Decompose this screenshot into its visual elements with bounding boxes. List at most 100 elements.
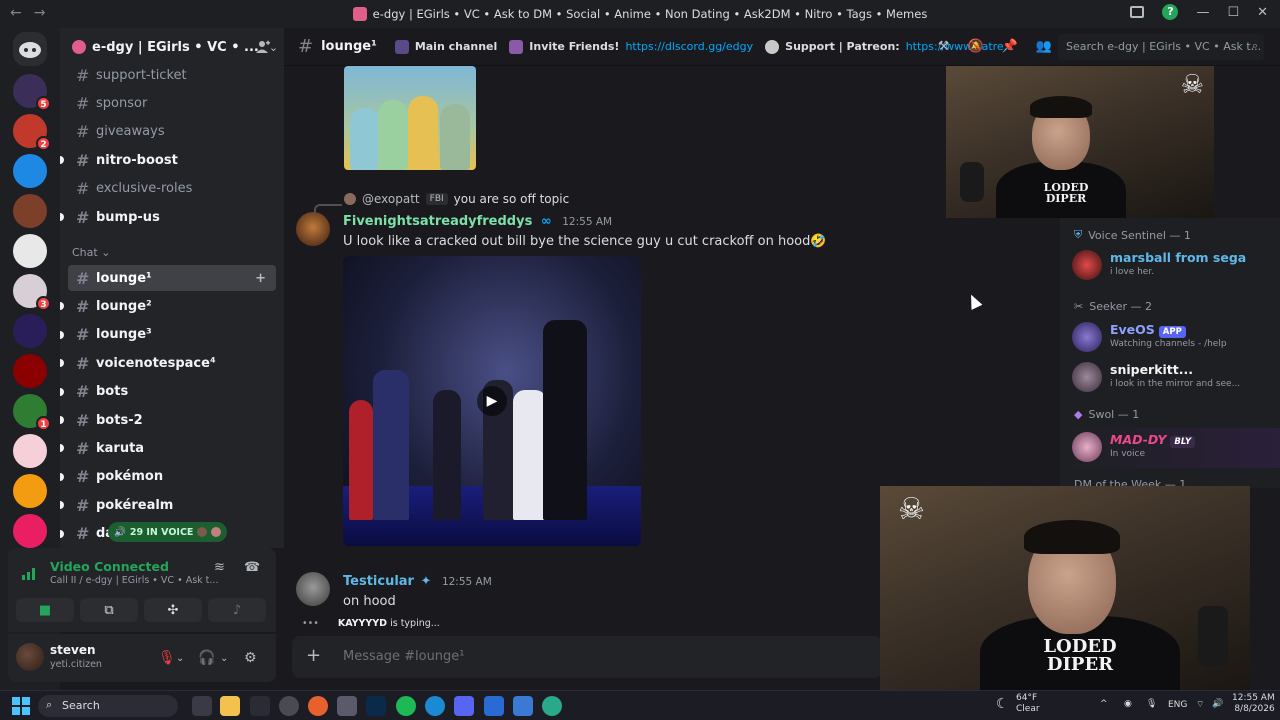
video-attachment[interactable]: ▶ [343,256,641,546]
member-list-icon[interactable]: 👥 [1036,39,1052,54]
channel-item[interactable]: # giveaways [68,119,276,145]
channel-item[interactable]: # support-ticket [68,62,276,88]
mic-icon[interactable]: 🎙 [1146,699,1157,709]
camera-button[interactable]: ■ [16,598,74,622]
server-icon[interactable] [13,194,47,228]
channel-item[interactable]: # karuta [60,435,276,461]
username[interactable]: steven [50,643,96,657]
notification-mute-icon[interactable]: 🔕 [967,39,983,54]
play-icon[interactable]: ▶ [477,386,507,416]
gif-attachment[interactable] [344,66,476,170]
chevron-down-icon[interactable]: ⌄ [220,653,228,664]
windows-start-icon[interactable] [12,697,30,715]
maximize-icon[interactable]: ☐ [1227,5,1239,20]
member-item[interactable]: marsball from sega i love her. [1060,246,1280,286]
file-explorer-icon[interactable] [220,696,240,716]
channel-item[interactable]: # pokémon [60,464,276,490]
voice-count-pill[interactable]: 🔊 29 IN VOICE [108,522,228,542]
taskbar-search[interactable]: ⌕ Search [38,695,178,717]
channel-item[interactable]: # lounge³ [60,322,276,348]
server-icon[interactable] [13,354,47,388]
message-composer[interactable]: + Message #lounge¹ [292,636,882,678]
avatar[interactable] [296,212,330,246]
message-author[interactable]: Fivenightsatreadyfreddys ∞ 12:55 AM [343,214,612,229]
signal-icon[interactable] [22,566,38,580]
channel-item[interactable]: # bump-us [60,204,276,230]
member-item[interactable]: EveOS APP Watching channels - /help [1060,318,1280,358]
channel-item[interactable]: # bots-2 [60,407,276,433]
server-icon[interactable] [13,234,47,268]
notepad-icon[interactable] [513,696,533,716]
channel-item[interactable]: # pokérealm [60,492,276,518]
tray-chevron-icon[interactable]: ^ [1100,699,1108,709]
invite-icon[interactable]: + [255,271,266,286]
server-icon[interactable]: 3 [13,274,51,311]
reply-preview[interactable]: @exopatt FBI you are so off topic [344,192,569,206]
minimize-icon[interactable]: — [1196,5,1209,20]
mute-mic-icon[interactable]: 🎙 [158,650,176,666]
photoshop-icon[interactable] [366,696,386,716]
deafen-icon[interactable]: 🎧 [198,650,215,666]
spotify-icon[interactable] [396,696,416,716]
edge-icon[interactable] [425,696,445,716]
settings-icon[interactable] [337,696,357,716]
invite-people-icon[interactable] [256,40,270,54]
server-header[interactable]: e-dgy | EGirls • VC • ... ⌄ [60,28,284,66]
channel-item[interactable]: # sponsor [68,90,276,116]
channel-item[interactable]: # lounge¹ + [68,265,276,291]
chevron-down-icon[interactable]: ⌄ [176,653,184,664]
screen-share-button[interactable]: ⧉ [80,598,138,622]
member-item[interactable]: sniperkitt... i look in the mirror and s… [1060,358,1280,398]
audio-app-icon[interactable] [250,696,270,716]
search-input[interactable]: Search e-dgy | EGirls • VC • Ask t... ⌕ [1058,34,1264,60]
task-view-icon[interactable] [192,696,212,716]
close-icon[interactable]: ✕ [1257,5,1268,20]
forward-arrow-icon[interactable]: → [34,5,46,21]
channel-item[interactable]: # exclusive-roles [68,176,276,202]
channel-item[interactable]: # bots [60,379,276,405]
volume-icon[interactable]: 🔊 [1212,699,1223,709]
avatar[interactable] [296,572,330,606]
language-indicator[interactable]: ENG [1168,700,1187,710]
back-arrow-icon[interactable]: ← [10,5,22,21]
disconnect-icon[interactable]: ☎ [244,560,260,576]
chrome-icon[interactable] [279,696,299,716]
attach-plus-icon[interactable]: + [306,645,321,666]
threads-icon[interactable]: ⚒ [938,39,950,54]
clock[interactable]: 12:55 AM 8/8/2026 [1232,693,1275,715]
category-chat[interactable]: Chat ⌄ [72,246,110,259]
invite-link[interactable]: https://dlscord.gg/edgy [625,40,753,53]
app-icon[interactable] [542,696,562,716]
firefox-icon[interactable] [308,696,328,716]
voice-channel-subtitle[interactable]: Call II / e-dgy | EGirls • VC • Ask t... [50,575,218,586]
channel-topic[interactable]: Main channel Invite Friends! https://dls… [394,39,1014,54]
app-icon[interactable] [484,696,504,716]
server-icon[interactable]: 1 [13,394,51,431]
server-icon[interactable] [13,434,47,468]
inbox-icon[interactable] [1130,6,1145,18]
channel-item[interactable]: # lounge² [60,293,276,319]
noise-suppression-icon[interactable]: ≋ [214,560,230,576]
server-icon[interactable] [13,514,47,548]
server-icon[interactable] [13,474,47,508]
avatar[interactable] [16,643,44,671]
gear-icon[interactable]: ⚙ [244,650,257,666]
weather-widget[interactable]: 64°F Clear [1016,693,1040,715]
activities-button[interactable]: ✣ [144,598,202,622]
channel-item[interactable]: # nitro-boost [60,147,276,173]
message-author[interactable]: Testicular ✦ 12:55 AM [343,574,492,589]
network-icon[interactable]: ◉ [1124,699,1132,709]
discord-home-icon[interactable] [13,32,47,66]
server-icon[interactable] [13,314,47,348]
server-icon[interactable]: 2 [13,114,51,151]
help-icon[interactable]: ? [1162,4,1179,20]
server-icon[interactable] [13,154,47,188]
server-icon[interactable]: 5 [13,74,51,111]
soundboard-button[interactable]: ♪ [208,598,266,622]
channel-item[interactable]: # voicenotespace⁴ [60,350,276,376]
member-item[interactable]: MAD-DY BLY In voice [1060,428,1280,468]
pin-icon[interactable]: 📌 [1002,39,1018,54]
wifi-icon[interactable]: ⌔ [1196,699,1204,710]
discord-icon[interactable] [454,696,474,716]
voice-status-title[interactable]: Video Connected [50,559,169,574]
